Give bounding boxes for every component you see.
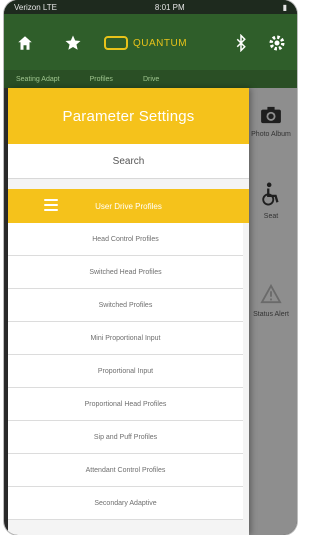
carrier-text: Verizon LTE — [14, 2, 57, 12]
quantum-logo: QUANTUM — [104, 34, 187, 52]
menu-item-proportional-input[interactable]: Proportional Input — [8, 355, 243, 388]
menu-item-secondary-adaptive[interactable]: Secondary Adaptive — [8, 487, 243, 520]
status-bar: Verizon LTE 8:01 PM ▮ — [4, 0, 297, 14]
wheelchair-icon — [262, 182, 279, 206]
menu-item-proportional-head-profiles[interactable]: Proportional Head Profiles — [8, 388, 243, 421]
tab-drive[interactable]: Drive — [143, 76, 159, 83]
menu-item-head-control-profiles[interactable]: Head Control Profiles — [8, 223, 243, 256]
search-label: Search — [112, 155, 145, 167]
app-bar: QUANTUM — [4, 14, 297, 70]
status-alert-item[interactable]: Status Alert — [245, 283, 297, 318]
menu-item-attendant-control-profiles[interactable]: Attendant Control Profiles — [8, 454, 243, 487]
active-item-label: User Drive Profiles — [95, 201, 162, 211]
spacer — [8, 179, 249, 189]
drawer-title: Parameter Settings — [62, 107, 195, 125]
menu-item-sip-and-puff-profiles[interactable]: Sip and Puff Profiles — [8, 421, 243, 454]
hamburger-icon[interactable] — [44, 199, 58, 211]
home-icon[interactable] — [14, 32, 36, 54]
parameter-settings-drawer: Parameter Settings Search User Drive Pro… — [8, 88, 249, 535]
brand-text: QUANTUM — [133, 37, 188, 49]
bluetooth-icon[interactable] — [230, 32, 252, 54]
drawer-header: Parameter Settings — [8, 88, 249, 144]
logo-badge-icon — [104, 36, 128, 50]
tab-strip: Seating Adapt Profiles Drive — [4, 70, 297, 88]
camera-icon — [261, 106, 281, 124]
menu-item-mini-proportional-input[interactable]: Mini Proportional Input — [8, 322, 243, 355]
clock-text: 8:01 PM — [154, 2, 185, 12]
menu-item-user-drive-profiles[interactable]: User Drive Profiles — [8, 189, 249, 223]
tab-profiles[interactable]: Profiles — [90, 76, 113, 83]
gear-icon[interactable] — [266, 32, 288, 54]
photo-album-item[interactable]: Photo Album — [245, 106, 297, 138]
seat-item[interactable]: Seat — [245, 182, 297, 220]
tab-seating[interactable]: Seating Adapt — [16, 76, 60, 83]
menu-item-switched-profiles[interactable]: Switched Profiles — [8, 289, 243, 322]
menu-item-switched-head-profiles[interactable]: Switched Head Profiles — [8, 256, 243, 289]
star-icon[interactable] — [62, 32, 84, 54]
battery-icon: ▮ — [282, 2, 287, 12]
search-field[interactable]: Search — [8, 144, 249, 179]
background-panel: Photo Album Seat Status Alert — [245, 88, 297, 535]
warning-icon — [260, 283, 282, 304]
device-frame: Verizon LTE 8:01 PM ▮ QUANTUM Seating Ad… — [4, 0, 297, 535]
